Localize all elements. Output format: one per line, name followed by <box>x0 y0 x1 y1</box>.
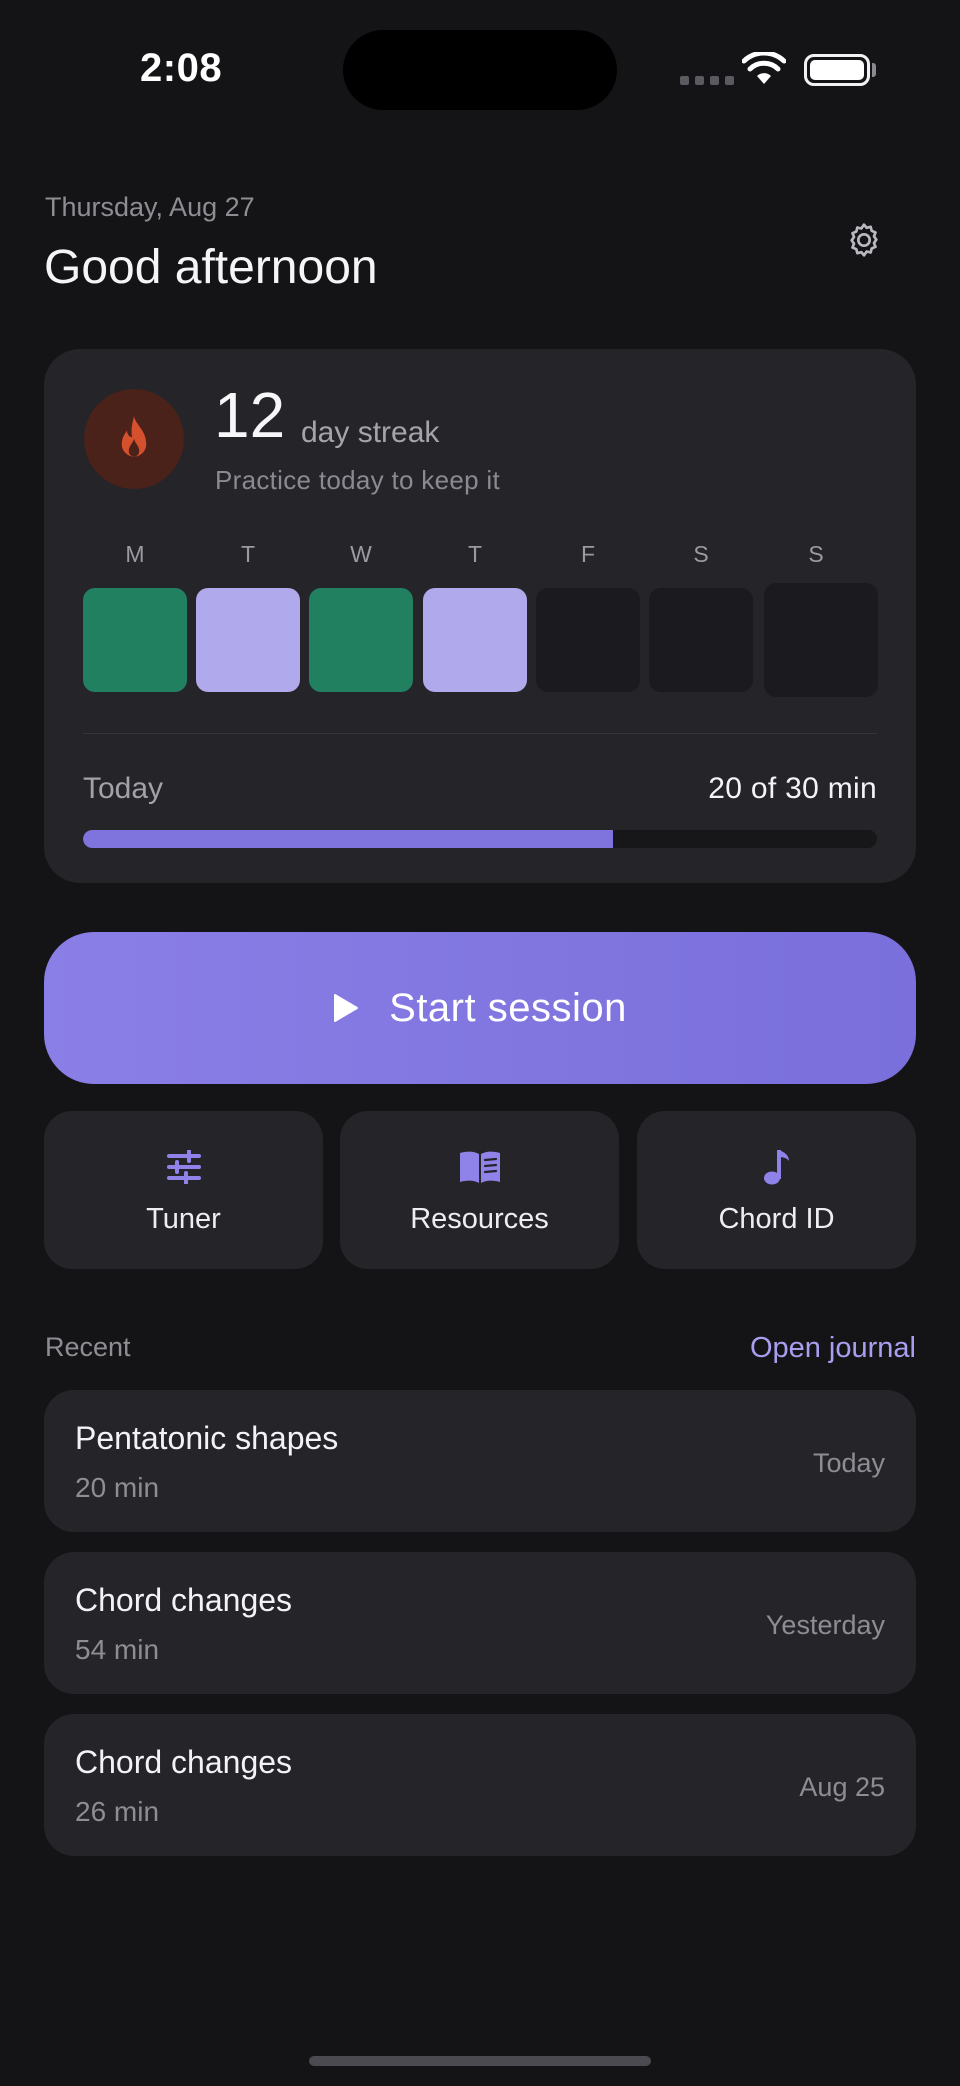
day-cell-today <box>764 583 878 697</box>
status-time: 2:08 <box>140 46 223 90</box>
book-icon <box>459 1151 500 1183</box>
session-title: Chord changes <box>75 1582 293 1618</box>
chord-id-button[interactable]: Chord ID <box>637 1111 916 1269</box>
status-bar: 2:08 <box>0 0 960 140</box>
start-session-label: Start session <box>389 985 627 1030</box>
streak-badge <box>84 389 184 489</box>
day-cell <box>309 588 413 692</box>
session-duration: 54 min <box>75 1634 160 1665</box>
streak-hint: Practice today to keep it <box>215 465 500 495</box>
today-label: Today <box>83 772 164 805</box>
recent-session-item[interactable]: Chord changes 54 min Yesterday <box>44 1552 916 1694</box>
session-duration: 26 min <box>75 1796 160 1827</box>
day-cell <box>423 588 527 692</box>
recent-session-item[interactable]: Chord changes 26 min Aug 25 <box>44 1714 916 1856</box>
day-column: S <box>764 541 878 697</box>
day-column: T <box>196 541 300 692</box>
streak-unit-label: day streak <box>301 416 440 449</box>
day-column: M <box>83 541 187 692</box>
recent-session-item[interactable]: Pentatonic shapes 20 min Today <box>44 1390 916 1532</box>
day-column: S <box>649 541 753 692</box>
day-column: F <box>536 541 640 692</box>
day-cell <box>196 588 300 692</box>
session-date: Yesterday <box>765 1610 885 1640</box>
streak-card: 12 day streak Practice today to keep it … <box>44 349 916 883</box>
flame-icon <box>121 416 147 457</box>
recent-section-title: Recent <box>45 1332 131 1362</box>
tool-label: Tuner <box>146 1203 221 1235</box>
page-title: Good afternoon <box>44 241 378 294</box>
day-cell <box>83 588 187 692</box>
day-letter: T <box>240 541 256 567</box>
battery-cap <box>872 63 876 77</box>
day-letter: F <box>580 541 596 567</box>
day-letter: S <box>808 541 824 567</box>
start-session-button[interactable]: Start session <box>44 932 916 1084</box>
divider <box>83 733 877 734</box>
day-letter: M <box>125 541 145 567</box>
day-cell <box>536 588 640 692</box>
today-progress-value: 20 of 30 min <box>708 772 877 805</box>
open-journal-link[interactable]: Open journal <box>750 1332 916 1365</box>
streak-count: 12 <box>214 379 286 451</box>
tool-label: Chord ID <box>718 1203 835 1235</box>
wifi-icon <box>741 50 787 91</box>
day-letter: S <box>693 541 709 567</box>
day-letter: T <box>467 541 483 567</box>
settings-button[interactable] <box>842 218 886 262</box>
gear-icon <box>850 223 878 257</box>
session-date: Today <box>812 1448 885 1478</box>
dynamic-island <box>343 30 617 110</box>
day-column: W <box>309 541 413 692</box>
home-indicator <box>309 2056 651 2066</box>
resources-button[interactable]: Resources <box>340 1111 619 1269</box>
tool-grid: Tuner Resources Chord ID <box>44 1111 916 1269</box>
session-title: Pentatonic shapes <box>75 1420 339 1456</box>
session-date: Aug 25 <box>799 1772 885 1802</box>
session-duration: 20 min <box>75 1472 160 1503</box>
battery-icon <box>804 54 870 86</box>
sliders-icon <box>166 1150 201 1184</box>
cellular-signal-icon <box>680 76 734 85</box>
day-letter: W <box>350 541 372 567</box>
session-title: Chord changes <box>75 1744 293 1780</box>
today-progress-bar <box>83 830 877 848</box>
tuner-button[interactable]: Tuner <box>44 1111 323 1269</box>
play-icon <box>334 994 359 1022</box>
music-note-icon <box>763 1150 789 1185</box>
date-label: Thursday, Aug 27 <box>45 192 255 222</box>
day-column: T <box>423 541 527 692</box>
progress-fill <box>83 830 613 848</box>
tool-label: Resources <box>410 1203 549 1235</box>
day-cell <box>649 588 753 692</box>
